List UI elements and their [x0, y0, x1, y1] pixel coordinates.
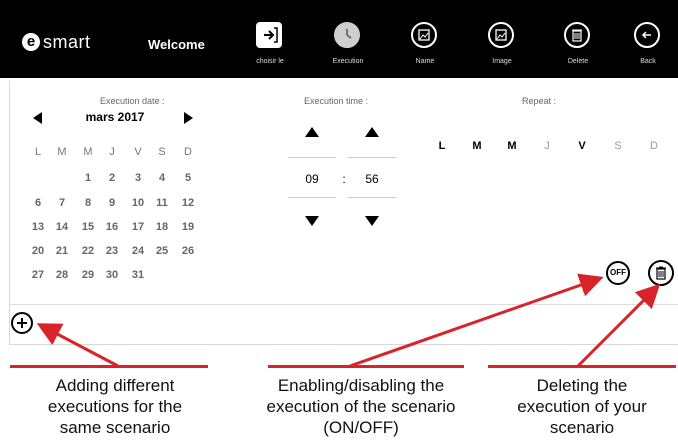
arrow-to-trash-button: [576, 283, 661, 368]
caption-toggle-line-1: Enabling/disabling the: [277, 376, 445, 395]
caption-delete: Deleting the execution of your scenario: [486, 375, 678, 438]
caption-add-line-2: executions for the: [47, 397, 183, 416]
arrow-to-add-button: [36, 323, 119, 368]
caption-delete-line-3: scenario: [549, 418, 615, 437]
caption-toggle: Enabling/disabling the execution of the …: [236, 375, 486, 438]
red-bar-left: [10, 365, 208, 368]
caption-add-line-1: Adding different: [55, 376, 175, 395]
caption-toggle-line-2: execution of the scenario: [266, 397, 456, 416]
caption-add-line-3: same scenario: [59, 418, 171, 437]
caption-delete-line-2: execution of your: [517, 397, 647, 416]
red-bar-middle: [268, 365, 464, 368]
arrow-to-off-button: [349, 273, 604, 368]
caption-toggle-line-3: (ON/OFF): [323, 418, 399, 437]
caption-add: Adding different executions for the same…: [10, 375, 220, 438]
caption-delete-line-1: Deleting the: [536, 376, 628, 395]
red-bar-right: [488, 365, 676, 368]
